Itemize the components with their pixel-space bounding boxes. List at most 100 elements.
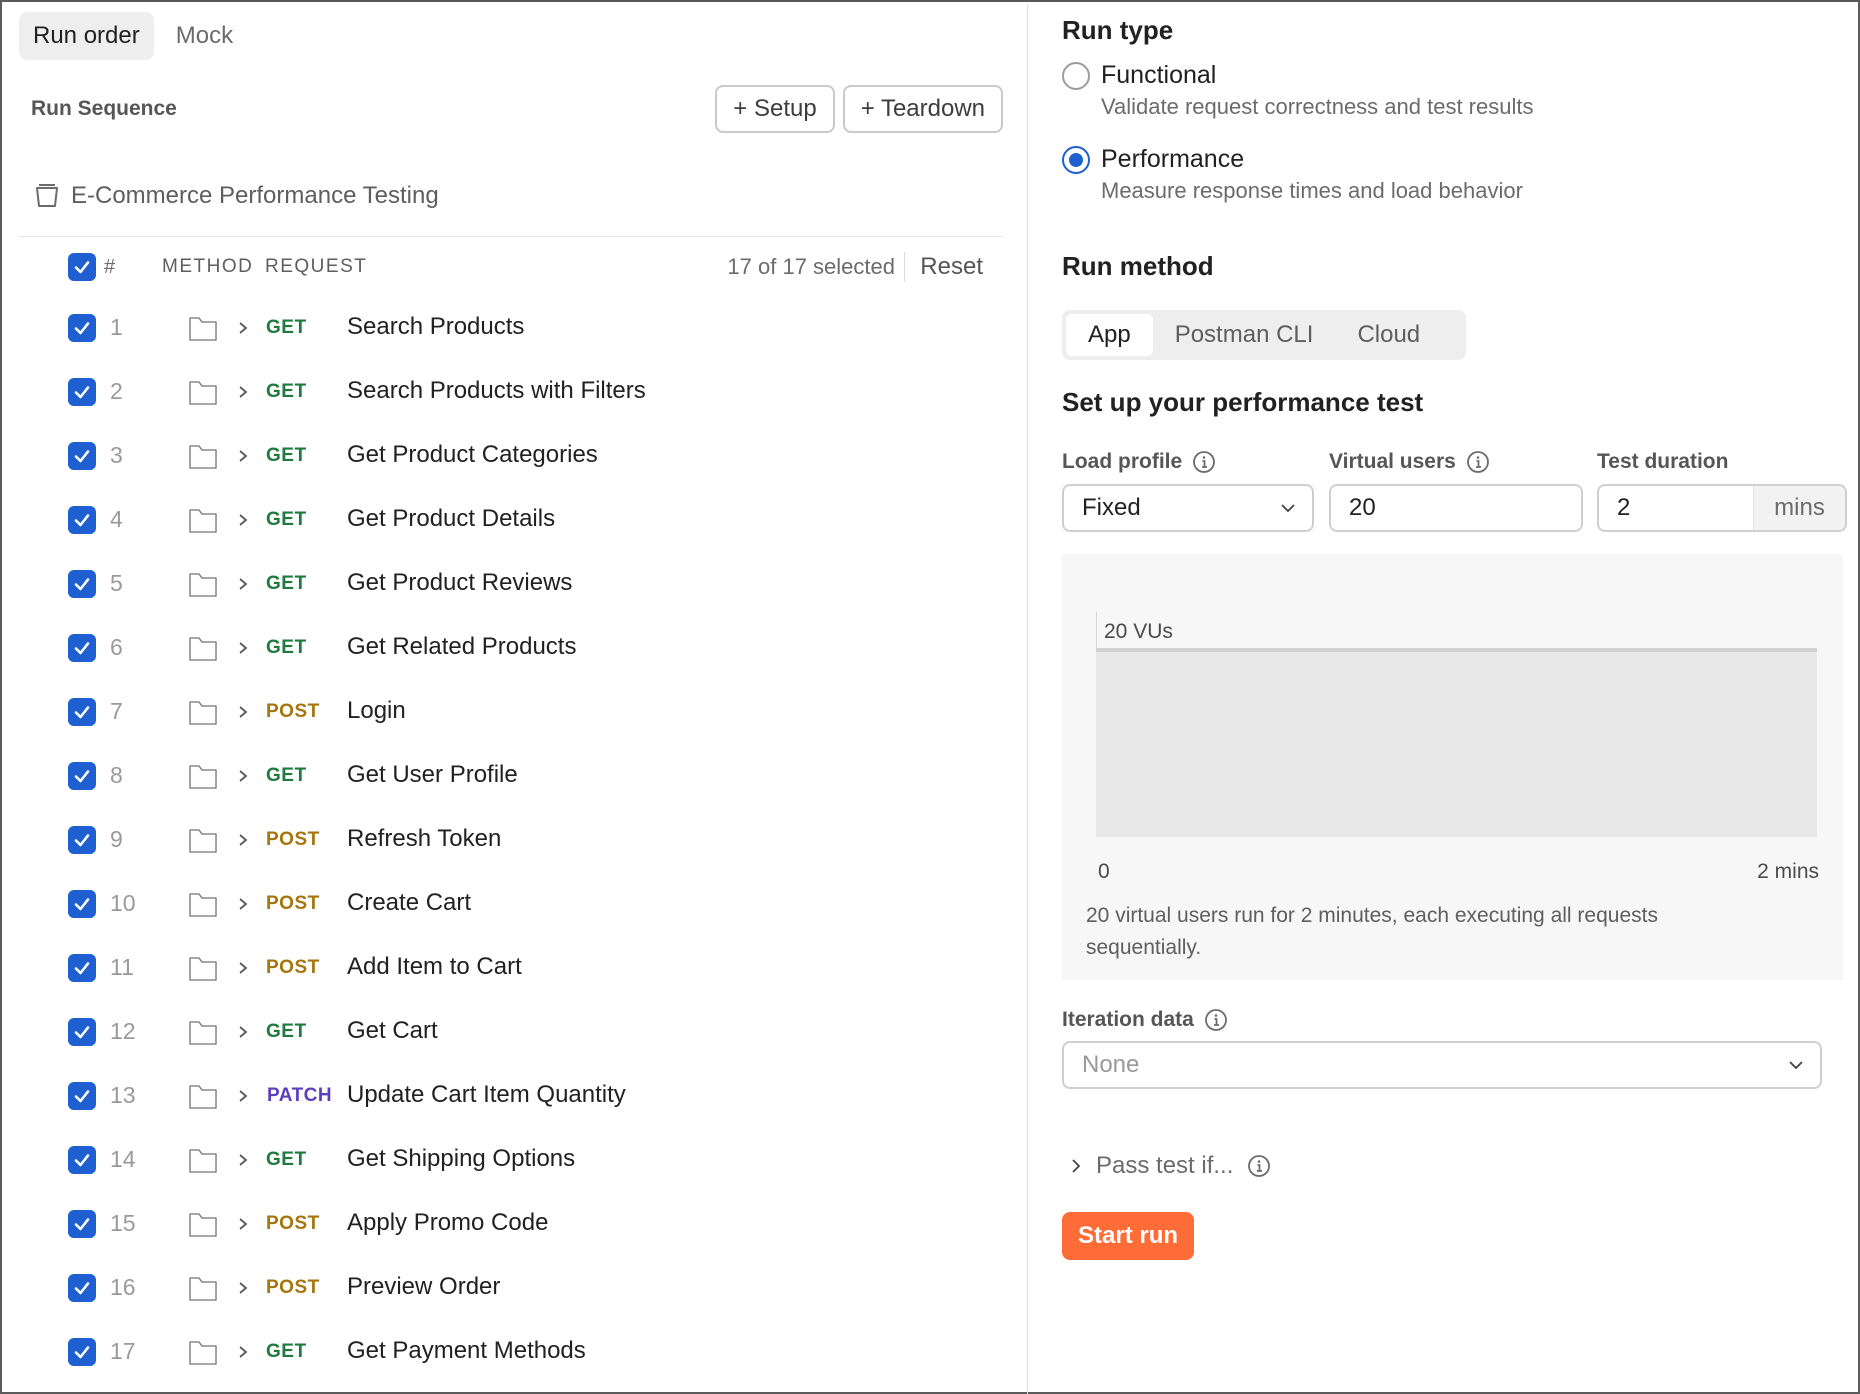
chevron-right-icon[interactable] bbox=[236, 1278, 250, 1298]
request-name[interactable]: Update Cart Item Quantity bbox=[347, 1081, 626, 1109]
chevron-right-icon[interactable] bbox=[236, 446, 250, 466]
table-row[interactable]: 5 GET Get Product Reviews bbox=[20, 554, 1003, 618]
table-row[interactable]: 17 GET Get Payment Methods bbox=[20, 1322, 1003, 1386]
test-duration-input[interactable]: 2 mins bbox=[1597, 484, 1847, 532]
chevron-right-icon[interactable] bbox=[236, 382, 250, 402]
run-method-postman-cli[interactable]: Postman CLI bbox=[1153, 314, 1336, 356]
request-name[interactable]: Apply Promo Code bbox=[347, 1209, 548, 1237]
row-checkbox[interactable] bbox=[68, 1018, 96, 1046]
row-number: 17 bbox=[110, 1338, 136, 1364]
row-checkbox[interactable] bbox=[68, 314, 96, 342]
radio-functional-label[interactable]: Functional bbox=[1101, 61, 1216, 90]
request-name[interactable]: Add Item to Cart bbox=[347, 953, 522, 981]
row-checkbox[interactable] bbox=[68, 378, 96, 406]
duration-unit: mins bbox=[1753, 486, 1845, 530]
chart-x-start-label: 0 bbox=[1098, 860, 1110, 883]
request-name[interactable]: Get Cart bbox=[347, 1017, 438, 1045]
info-icon[interactable] bbox=[1247, 1154, 1271, 1178]
request-name[interactable]: Get Related Products bbox=[347, 633, 576, 661]
row-checkbox[interactable] bbox=[68, 570, 96, 598]
radio-performance[interactable] bbox=[1062, 146, 1090, 174]
chevron-right-icon[interactable] bbox=[236, 510, 250, 530]
row-checkbox[interactable] bbox=[68, 698, 96, 726]
table-row[interactable]: 11 POST Add Item to Cart bbox=[20, 938, 1003, 1002]
table-row[interactable]: 7 POST Login bbox=[20, 682, 1003, 746]
tab-run-order[interactable]: Run order bbox=[19, 12, 154, 60]
load-profile-select[interactable]: Fixed bbox=[1062, 484, 1314, 532]
request-name[interactable]: Get Product Categories bbox=[347, 441, 598, 469]
request-name[interactable]: Refresh Token bbox=[347, 825, 501, 853]
request-name[interactable]: Get Product Reviews bbox=[347, 569, 572, 597]
virtual-users-input[interactable]: 20 bbox=[1329, 484, 1583, 532]
app-window: Run order Mock Run Sequence + Setup + Te… bbox=[0, 0, 1860, 1394]
row-checkbox[interactable] bbox=[68, 1274, 96, 1302]
chevron-right-icon[interactable] bbox=[236, 702, 250, 722]
table-row[interactable]: 10 POST Create Cart bbox=[20, 874, 1003, 938]
table-row[interactable]: 12 GET Get Cart bbox=[20, 1002, 1003, 1066]
chevron-right-icon[interactable] bbox=[236, 1150, 250, 1170]
chevron-right-icon[interactable] bbox=[236, 894, 250, 914]
table-row[interactable]: 8 GET Get User Profile bbox=[20, 746, 1003, 810]
request-name[interactable]: Preview Order bbox=[347, 1273, 500, 1301]
start-run-button[interactable]: Start run bbox=[1062, 1212, 1195, 1260]
row-checkbox[interactable] bbox=[68, 954, 96, 982]
request-name[interactable]: Create Cart bbox=[347, 889, 471, 917]
request-name[interactable]: Get Shipping Options bbox=[347, 1145, 575, 1173]
request-name[interactable]: Search Products with Filters bbox=[347, 377, 646, 405]
row-checkbox[interactable] bbox=[68, 506, 96, 534]
request-name[interactable]: Get Product Details bbox=[347, 505, 555, 533]
info-icon[interactable] bbox=[1204, 1008, 1228, 1032]
chevron-right-icon[interactable] bbox=[236, 318, 250, 338]
row-checkbox[interactable] bbox=[68, 826, 96, 854]
table-row[interactable]: 13 PATCH Update Cart Item Quantity bbox=[20, 1066, 1003, 1130]
collection-name: E-Commerce Performance Testing bbox=[71, 182, 439, 209]
table-row[interactable]: 6 GET Get Related Products bbox=[20, 618, 1003, 682]
chevron-right-icon[interactable] bbox=[236, 958, 250, 978]
table-row[interactable]: 2 GET Search Products with Filters bbox=[20, 362, 1003, 426]
table-row[interactable]: 14 GET Get Shipping Options bbox=[20, 1130, 1003, 1194]
reset-button[interactable]: Reset bbox=[920, 253, 983, 281]
row-checkbox[interactable] bbox=[68, 890, 96, 918]
test-duration-label-row: Test duration bbox=[1597, 450, 1728, 474]
pass-test-toggle[interactable]: Pass test if... bbox=[1070, 1152, 1271, 1180]
radio-performance-label[interactable]: Performance bbox=[1101, 145, 1244, 174]
chevron-right-icon[interactable] bbox=[236, 1214, 250, 1234]
request-name[interactable]: Get User Profile bbox=[347, 761, 518, 789]
request-name[interactable]: Login bbox=[347, 697, 406, 725]
row-checkbox[interactable] bbox=[68, 1082, 96, 1110]
table-row[interactable]: 9 POST Refresh Token bbox=[20, 810, 1003, 874]
row-checkbox[interactable] bbox=[68, 442, 96, 470]
row-checkbox[interactable] bbox=[68, 1338, 96, 1366]
chevron-right-icon[interactable] bbox=[236, 766, 250, 786]
chevron-right-icon[interactable] bbox=[236, 830, 250, 850]
add-teardown-button[interactable]: + Teardown bbox=[842, 85, 1003, 133]
info-icon[interactable] bbox=[1466, 450, 1490, 474]
method-badge: GET bbox=[266, 1341, 307, 1362]
run-method-app[interactable]: App bbox=[1066, 314, 1153, 356]
chevron-right-icon[interactable] bbox=[236, 1022, 250, 1042]
row-checkbox[interactable] bbox=[68, 1210, 96, 1238]
row-checkbox[interactable] bbox=[68, 634, 96, 662]
iteration-data-select[interactable]: None bbox=[1062, 1041, 1822, 1089]
tab-mock[interactable]: Mock bbox=[162, 12, 247, 60]
request-name[interactable]: Get Payment Methods bbox=[347, 1337, 586, 1365]
chevron-right-icon[interactable] bbox=[236, 1086, 250, 1106]
row-checkbox[interactable] bbox=[68, 1146, 96, 1174]
table-row[interactable]: 3 GET Get Product Categories bbox=[20, 426, 1003, 490]
table-row[interactable]: 16 POST Preview Order bbox=[20, 1258, 1003, 1322]
chevron-right-icon[interactable] bbox=[236, 1342, 250, 1362]
info-icon[interactable] bbox=[1192, 450, 1216, 474]
chevron-right-icon[interactable] bbox=[236, 574, 250, 594]
run-method-cloud[interactable]: Cloud bbox=[1335, 314, 1442, 356]
radio-functional[interactable] bbox=[1062, 62, 1090, 90]
table-row[interactable]: 15 POST Apply Promo Code bbox=[20, 1194, 1003, 1258]
row-number: 6 bbox=[110, 634, 123, 660]
add-setup-button[interactable]: + Setup bbox=[715, 85, 835, 133]
table-row[interactable]: 1 GET Search Products bbox=[20, 298, 1003, 362]
chevron-right-icon[interactable] bbox=[236, 638, 250, 658]
check-icon bbox=[74, 642, 90, 655]
request-name[interactable]: Search Products bbox=[347, 313, 524, 341]
select-all-checkbox[interactable] bbox=[68, 253, 96, 281]
row-checkbox[interactable] bbox=[68, 762, 96, 790]
table-row[interactable]: 4 GET Get Product Details bbox=[20, 490, 1003, 554]
